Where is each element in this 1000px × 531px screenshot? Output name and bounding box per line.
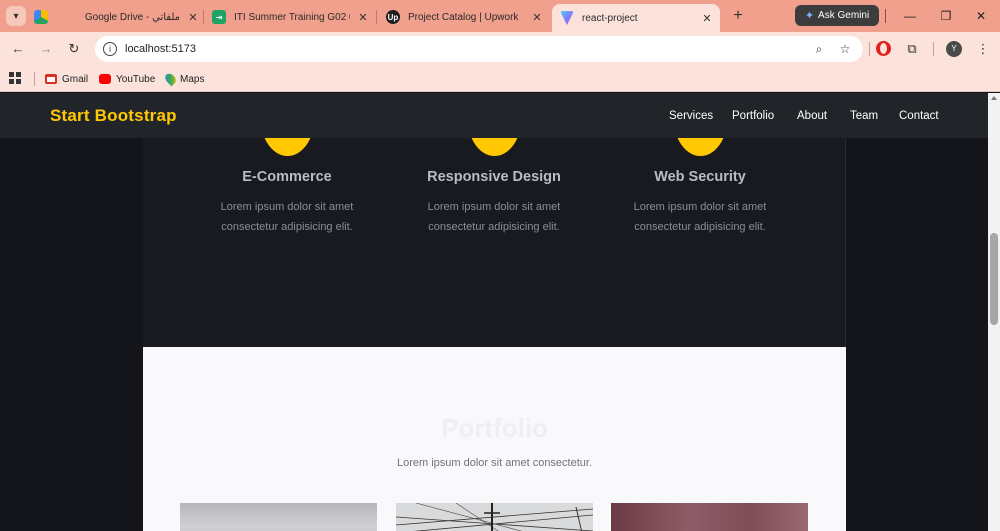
youtube-icon (99, 74, 111, 84)
opera-extension-icon[interactable] (876, 41, 891, 56)
service-text-line: Lorem ipsum dolor sit amet (427, 201, 561, 213)
nav-link-contact[interactable]: Contact (899, 110, 939, 122)
page-scrollbar[interactable] (988, 93, 1000, 531)
service-text: Lorem ipsum dolor sit amet consectetur a… (177, 197, 397, 237)
close-icon[interactable]: ✕ (700, 12, 714, 25)
bookmark-maps[interactable]: Maps (163, 71, 205, 87)
service-text-line: Lorem ipsum dolor sit amet (633, 201, 767, 213)
tab-react-project[interactable]: react-project ✕ (552, 4, 720, 32)
close-icon[interactable]: ✕ (186, 11, 200, 24)
service-text: Lorem ipsum dolor sit amet consectetur a… (590, 197, 810, 237)
bookmark-star-icon[interactable]: ☆ (837, 41, 853, 57)
restore-icon[interactable]: ❐ (936, 6, 956, 26)
more-menu-icon[interactable]: ⋮ (974, 40, 992, 58)
scroll-thumb[interactable] (990, 233, 998, 325)
bookmark-label: YouTube (116, 73, 156, 85)
address-bar[interactable]: i localhost:5173 ⌕ ☆ (95, 36, 863, 62)
zoom-icon[interactable]: ⌕ (811, 41, 827, 57)
bookmark-youtube[interactable]: YouTube (99, 71, 155, 87)
tab-iti-training[interactable]: ⇥ ITI Summer Training G02 03 ✕ (212, 4, 370, 30)
reload-icon[interactable]: ↻ (65, 40, 83, 58)
toolbar-separator (933, 42, 934, 56)
ask-gemini-button[interactable]: ✦ Ask Gemini (795, 5, 879, 26)
brand-logo-link[interactable]: Start Bootstrap (50, 106, 177, 126)
tab-upwork[interactable]: Up Project Catalog | Upwork ✕ (386, 4, 544, 30)
scroll-up-arrow-icon[interactable] (991, 96, 997, 100)
toolbar-separator (869, 42, 870, 56)
url-text[interactable]: localhost:5173 (125, 43, 863, 55)
bookmark-label: Gmail (62, 73, 89, 85)
service-text-line: consectetur adipisicing elit. (634, 221, 766, 233)
portfolio-section: Portfolio Lorem ipsum dolor sit amet con… (143, 347, 846, 531)
tab-label: react-project (582, 12, 638, 24)
close-icon[interactable]: ✕ (356, 11, 370, 24)
service-title: Web Security (654, 169, 746, 185)
portfolio-item-2-image[interactable] (396, 503, 593, 531)
service-title: E-Commerce (242, 169, 332, 185)
site-navbar: Start Bootstrap Services Portfolio About… (0, 93, 988, 138)
portfolio-item-3-image[interactable] (611, 503, 808, 531)
close-icon[interactable]: ✕ (530, 11, 544, 24)
tab-label: Project Catalog | Upwork (408, 11, 519, 23)
maps-pin-icon (163, 71, 178, 87)
gemini-sparkle-icon: ✦ (804, 10, 815, 22)
power-lines-image (396, 503, 593, 531)
portfolio-title: Portfolio (441, 413, 548, 443)
window-close-icon[interactable]: ✕ (971, 6, 991, 26)
tab-google-drive[interactable]: Google Drive - ملفاتي ✕ (34, 4, 200, 30)
google-drive-icon (34, 10, 48, 24)
tab-separator (203, 10, 204, 24)
extensions-puzzle-icon[interactable]: ⧉ (903, 40, 921, 58)
browser-toolbar: ← → ↻ i localhost:5173 ⌕ ☆ ⧉ ⋮ (0, 32, 1000, 66)
window-separator (885, 9, 886, 23)
service-text-line: consectetur adipisicing elit. (428, 221, 560, 233)
tab-search-chevron-icon[interactable]: ▾ (6, 6, 26, 26)
classroom-icon: ⇥ (212, 10, 226, 24)
site-info-icon[interactable]: i (103, 42, 117, 56)
nav-link-portfolio[interactable]: Portfolio (732, 110, 774, 122)
apps-grid-icon[interactable] (9, 72, 21, 84)
tab-separator (376, 10, 377, 24)
service-text-line: Lorem ipsum dolor sit amet (220, 201, 354, 213)
bookmark-gmail[interactable]: Gmail (45, 71, 88, 87)
bookmark-label: Maps (180, 73, 205, 85)
service-text: Lorem ipsum dolor sit amet consectetur a… (384, 197, 604, 237)
vite-icon (560, 11, 574, 25)
portfolio-item-1-image[interactable] (180, 503, 377, 531)
upwork-icon: Up (386, 10, 400, 24)
page-background-left (0, 347, 143, 531)
new-tab-plus-icon[interactable]: + (728, 6, 748, 26)
back-arrow-icon[interactable]: ← (9, 40, 27, 58)
tab-label: Google Drive - ملفاتي (84, 11, 180, 23)
page-background-right (846, 347, 988, 531)
service-title: Responsive Design (427, 169, 561, 185)
bookmarks-bar: Gmail YouTube Maps (0, 66, 1000, 92)
nav-link-team[interactable]: Team (850, 110, 878, 122)
ask-gemini-label: Ask Gemini (818, 10, 870, 21)
gmail-icon (45, 74, 57, 84)
service-text-line: consectetur adipisicing elit. (221, 221, 353, 233)
bookmark-separator (34, 72, 35, 86)
page-viewport: ᴥ E-Commerce Lorem ipsum dolor sit amet … (0, 93, 1000, 531)
tab-label: ITI Summer Training G02 03 (234, 11, 350, 23)
portfolio-subtitle: Lorem ipsum dolor sit amet consectetur. (396, 457, 593, 469)
profile-avatar[interactable]: Y (946, 41, 962, 57)
forward-arrow-icon[interactable]: → (37, 40, 55, 58)
nav-link-about[interactable]: About (797, 110, 827, 122)
browser-tab-bar: ▾ Google Drive - ملفاتي ✕ ⇥ ITI Summer T… (0, 0, 1000, 32)
nav-link-services[interactable]: Services (669, 110, 713, 122)
minimize-icon[interactable]: — (900, 6, 920, 26)
